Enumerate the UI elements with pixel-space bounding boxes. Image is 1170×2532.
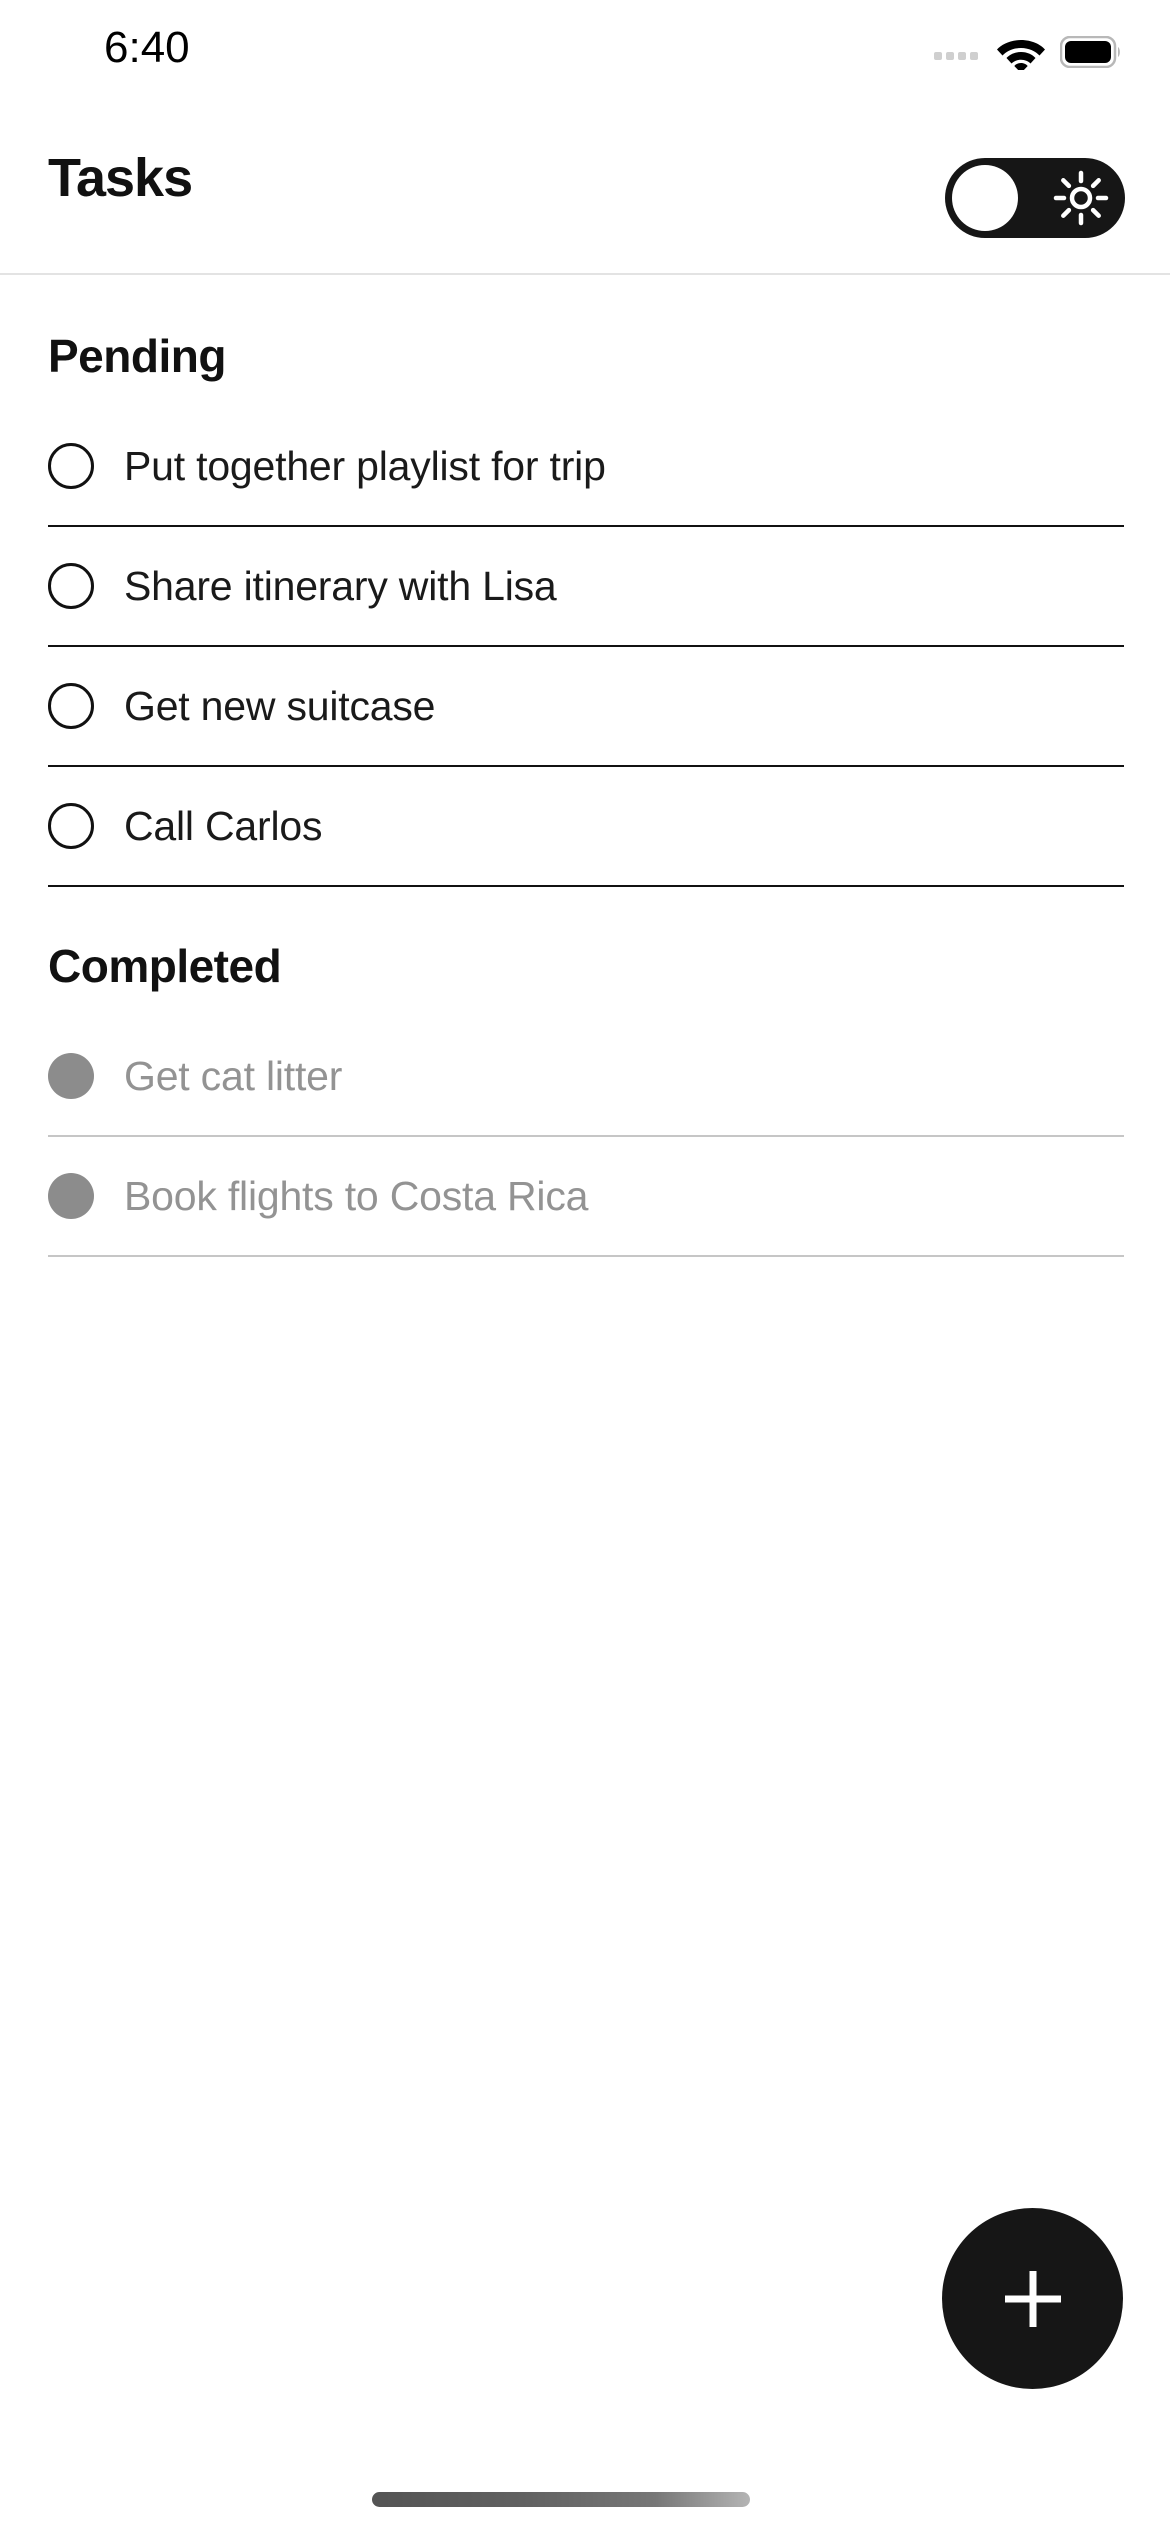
task-label: Get new suitcase xyxy=(124,682,435,730)
plus-icon-vertical xyxy=(1029,2271,1036,2327)
task-checkbox-checked-icon[interactable] xyxy=(48,1173,94,1219)
task-checkbox-checked-icon[interactable] xyxy=(48,1053,94,1099)
toggle-knob xyxy=(952,165,1018,231)
add-task-button[interactable] xyxy=(942,2208,1123,2389)
battery-full-icon xyxy=(1060,36,1122,68)
task-label: Call Carlos xyxy=(124,802,322,850)
task-content: Pending Put together playlist for trip S… xyxy=(0,277,1170,1257)
signal-dots-icon xyxy=(934,44,978,60)
status-time: 6:40 xyxy=(104,24,190,72)
task-checkbox-icon[interactable] xyxy=(48,563,94,609)
task-checkbox-icon[interactable] xyxy=(48,683,94,729)
status-bar: 6:40 xyxy=(0,0,1170,100)
wifi-icon xyxy=(996,34,1046,70)
theme-toggle[interactable] xyxy=(945,158,1125,238)
task-label: Book flights to Costa Rica xyxy=(124,1172,588,1220)
section-completed: Completed Get cat litter Book flights to… xyxy=(0,887,1170,1257)
task-label: Put together playlist for trip xyxy=(124,442,606,490)
task-row[interactable]: Get cat litter xyxy=(48,1017,1124,1137)
page-title: Tasks xyxy=(48,148,192,208)
task-checkbox-icon[interactable] xyxy=(48,803,94,849)
task-checkbox-icon[interactable] xyxy=(48,443,94,489)
section-pending: Pending Put together playlist for trip S… xyxy=(0,277,1170,887)
task-row[interactable]: Book flights to Costa Rica xyxy=(48,1137,1124,1257)
task-row[interactable]: Share itinerary with Lisa xyxy=(48,527,1124,647)
phone-screen: 6:40 Tasks xyxy=(0,0,1170,2532)
app-header: Tasks xyxy=(0,100,1170,275)
section-title-pending: Pending xyxy=(0,277,1170,407)
task-row[interactable]: Put together playlist for trip xyxy=(48,407,1124,527)
task-list-pending: Put together playlist for trip Share iti… xyxy=(0,407,1170,887)
section-title-completed: Completed xyxy=(0,887,1170,1017)
task-label: Share itinerary with Lisa xyxy=(124,562,557,610)
task-row[interactable]: Call Carlos xyxy=(48,767,1124,887)
task-list-completed: Get cat litter Book flights to Costa Ric… xyxy=(0,1017,1170,1257)
task-row[interactable]: Get new suitcase xyxy=(48,647,1124,767)
sun-icon xyxy=(1053,170,1109,226)
task-label: Get cat litter xyxy=(124,1052,342,1100)
status-indicators xyxy=(934,32,1122,72)
home-indicator[interactable] xyxy=(372,2492,750,2507)
